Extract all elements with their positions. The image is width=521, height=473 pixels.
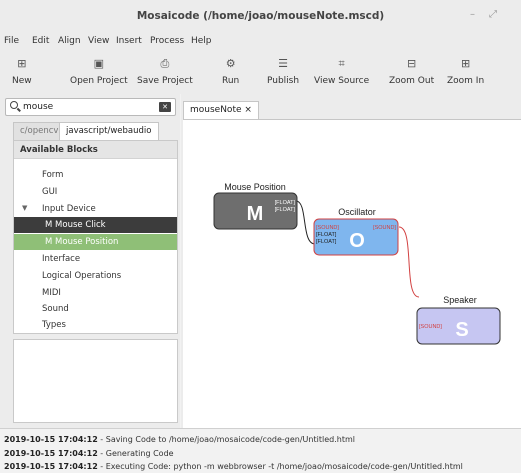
publish-list-icon: ☰ xyxy=(278,57,288,70)
block-oscillator[interactable]: Oscillator O [SOUND] [FLOAT] [FLOAT] [SO… xyxy=(313,207,399,256)
log-timestamp: 2019-10-15 17:04:12 xyxy=(4,449,98,458)
block-mouse-position-letter: M xyxy=(247,203,264,225)
log-line: 2019-10-15 17:04:12 - Generating Code xyxy=(4,449,174,458)
zoom-in-button[interactable]: ⊞ Zoom In xyxy=(447,57,485,87)
close-tab-icon[interactable]: × xyxy=(244,105,252,115)
connection-oscillator-to-speaker[interactable] xyxy=(398,226,420,298)
log-timestamp: 2019-10-15 17:04:12 xyxy=(4,435,98,444)
diagram-canvas[interactable]: Mouse Position M [FLOAT] [FLOAT] Oscilla… xyxy=(183,119,521,428)
log-panel: 2019-10-15 17:04:12 - Saving Code to /ho… xyxy=(0,428,521,473)
tree-item-sound[interactable]: Sound xyxy=(14,301,177,317)
port-in-float-2[interactable]: [FLOAT] xyxy=(316,239,337,245)
menu-help[interactable]: Help xyxy=(191,36,212,46)
clear-search-icon[interactable]: ✕ xyxy=(159,102,171,112)
zoom-in-icon: ⊞ xyxy=(460,57,471,70)
publish-label: Publish xyxy=(267,76,300,86)
tree-item-form[interactable]: Form xyxy=(14,167,177,183)
tab-mousenote[interactable]: mouseNote × xyxy=(183,101,259,119)
view-source-icon: ⌗ xyxy=(338,57,345,70)
log-message: - Saving Code to /home/joao/mosaicode/co… xyxy=(97,435,355,444)
minimize-icon[interactable]: – xyxy=(470,9,475,20)
connection-mouse-to-oscillator[interactable] xyxy=(295,200,316,245)
tree-item-interface[interactable]: Interface xyxy=(14,251,177,267)
available-blocks-header: Available Blocks xyxy=(14,141,177,159)
run-button[interactable]: ⚙ Run xyxy=(222,57,240,87)
run-gears-icon: ⚙ xyxy=(225,57,236,70)
diagram-area: mouseNote × Mouse Position M [FLOAT] [FL… xyxy=(181,94,521,428)
log-timestamp: 2019-10-15 17:04:12 xyxy=(4,462,98,471)
tree-item-mouse-click[interactable]: M Mouse Click xyxy=(14,217,177,233)
tab-mousenote-label: mouseNote xyxy=(190,105,242,115)
tree-item-gui[interactable]: GUI xyxy=(14,184,177,200)
log-message: - Executing Code: python -m webbrowser -… xyxy=(97,462,463,471)
tree-item-mouse-position[interactable]: M Mouse Position xyxy=(14,234,177,250)
port-out-float-1[interactable]: [FLOAT] xyxy=(275,200,296,206)
view-source-button[interactable]: ⌗ View Source xyxy=(314,57,370,87)
block-speaker-letter: S xyxy=(455,319,468,341)
log-line: 2019-10-15 17:04:12 - Executing Code: py… xyxy=(4,462,463,471)
publish-button[interactable]: ☰ Publish xyxy=(267,57,300,87)
save-project-label: Save Project xyxy=(137,76,193,86)
tab-javascript-webaudio[interactable]: javascript/webaudio xyxy=(59,122,159,140)
zoom-in-label: Zoom In xyxy=(447,76,485,86)
view-source-label: View Source xyxy=(314,76,370,86)
menu-file[interactable]: File xyxy=(4,36,19,46)
run-label: Run xyxy=(222,76,240,86)
menu-bar: File Edit Align View Insert Process Help xyxy=(0,32,521,52)
block-mouse-position-title: Mouse Position xyxy=(224,182,286,192)
search-input[interactable]: mouse ✕ xyxy=(5,98,176,116)
port-in-sound[interactable]: [SOUND] xyxy=(316,225,339,231)
block-speaker[interactable]: Speaker S [SOUND] xyxy=(416,295,501,345)
search-icon xyxy=(10,101,18,109)
block-mouse-position[interactable]: Mouse Position M [FLOAT] [FLOAT] xyxy=(213,182,298,230)
open-project-icon: ▣ xyxy=(93,57,105,70)
menu-process[interactable]: Process xyxy=(150,36,184,46)
tree-item-input-device-label: Input Device xyxy=(42,204,96,214)
window-title: Mosaicode (/home/joao/mouseNote.mscd) xyxy=(136,10,385,22)
menu-edit[interactable]: Edit xyxy=(32,36,49,46)
save-icon: ⎙ xyxy=(160,57,170,70)
title-bar: Mosaicode (/home/joao/mouseNote.mscd) – … xyxy=(0,0,521,32)
log-line: 2019-10-15 17:04:12 - Saving Code to /ho… xyxy=(4,435,355,444)
menu-insert[interactable]: Insert xyxy=(116,36,142,46)
block-oscillator-letter: O xyxy=(349,230,365,252)
available-blocks-tree: Available Blocks Form GUI ▼ Input Device… xyxy=(13,140,178,334)
new-button[interactable]: ⊞ New xyxy=(12,57,32,87)
menu-align[interactable]: Align xyxy=(58,36,81,46)
open-project-button[interactable]: ▣ Open Project xyxy=(70,57,128,87)
zoom-out-button[interactable]: ⊟ Zoom Out xyxy=(389,57,435,87)
tree-item-input-device[interactable]: ▼ Input Device xyxy=(14,201,177,217)
expand-arrow-icon[interactable]: ▼ xyxy=(22,204,27,212)
tree-item-midi[interactable]: MIDI xyxy=(14,285,177,301)
toolbar: ⊞ New ▣ Open Project ⎙ Save Project ⚙ Ru… xyxy=(0,52,521,94)
open-project-label: Open Project xyxy=(70,76,128,86)
left-panel: mouse ✕ c/opencv javascript/webaudio Ava… xyxy=(0,94,180,428)
port-in-float-1[interactable]: [FLOAT] xyxy=(316,232,337,238)
block-speaker-title: Speaker xyxy=(443,295,477,305)
tree-item-types[interactable]: Types xyxy=(14,317,177,333)
block-properties-panel xyxy=(13,339,178,423)
menu-view[interactable]: View xyxy=(88,36,109,46)
log-message: - Generating Code xyxy=(97,449,174,458)
search-value: mouse xyxy=(23,102,54,112)
block-oscillator-title: Oscillator xyxy=(338,207,376,217)
tab-c-opencv[interactable]: c/opencv xyxy=(13,122,66,140)
port-out-float-2[interactable]: [FLOAT] xyxy=(275,207,296,213)
tree-item-logical-operations[interactable]: Logical Operations xyxy=(14,268,177,284)
port-in-speaker-sound[interactable]: [SOUND] xyxy=(419,324,442,330)
save-project-button[interactable]: ⎙ Save Project xyxy=(137,57,193,87)
port-out-sound[interactable]: [SOUND] xyxy=(373,225,396,231)
maximize-icon[interactable]: ⤢ xyxy=(489,9,497,20)
new-label: New xyxy=(12,76,32,86)
new-file-icon: ⊞ xyxy=(17,57,27,70)
zoom-out-label: Zoom Out xyxy=(389,76,435,86)
zoom-out-icon: ⊟ xyxy=(406,57,417,70)
